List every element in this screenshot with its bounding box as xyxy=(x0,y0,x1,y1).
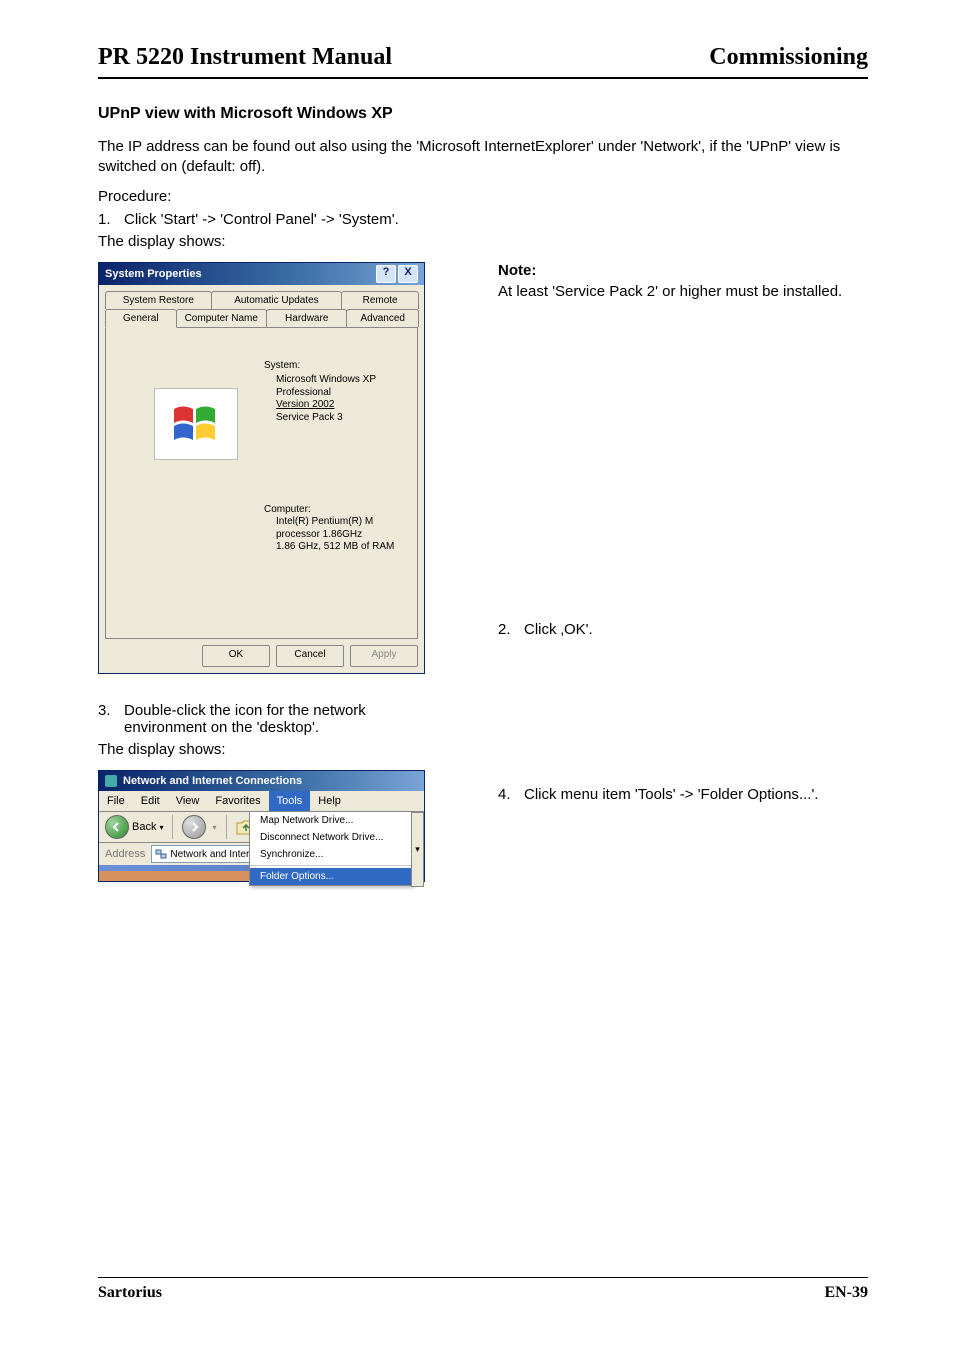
sp-system-line-1: Professional xyxy=(276,387,376,400)
step-1-num: 1. xyxy=(98,211,124,228)
sp-computer-label: Computer: xyxy=(264,504,394,517)
sp-general-panel: System: Microsoft Windows XP Professiona… xyxy=(105,327,418,639)
toolbar-separator xyxy=(172,815,173,839)
nic-menu-help[interactable]: Help xyxy=(310,791,349,811)
sp-help-button[interactable]: ? xyxy=(376,265,396,283)
sp-apply-button[interactable]: Apply xyxy=(350,645,418,667)
step-3: 3. Double-click the icon for the network… xyxy=(98,702,438,736)
network-connections-window: Network and Internet Connections File Ed… xyxy=(98,770,425,882)
step-4-num: 4. xyxy=(498,786,524,803)
step-2-text: Click ‚OK'. xyxy=(524,621,868,638)
arrow-left-icon xyxy=(105,815,129,839)
step-3-num: 3. xyxy=(98,702,124,736)
nic-dd-synchronize[interactable]: Synchronize... xyxy=(250,846,412,863)
chevron-down-icon: ▾ xyxy=(212,823,216,832)
sp-tab-remote[interactable]: Remote xyxy=(341,291,419,309)
sp-title-text: System Properties xyxy=(105,263,202,285)
sp-windows-logo xyxy=(154,388,238,460)
nic-forward-button[interactable] xyxy=(182,815,206,839)
step-4-text: Click menu item 'Tools' -> 'Folder Optio… xyxy=(524,786,868,803)
nic-title-text: Network and Internet Connections xyxy=(123,771,302,791)
intro-paragraph: The IP address can be found out also usi… xyxy=(98,137,868,178)
sp-titlebar: System Properties ? X xyxy=(99,263,424,285)
nic-titlebar: Network and Internet Connections xyxy=(99,771,424,791)
nic-menu-file[interactable]: File xyxy=(99,791,133,811)
page-footer: Sartorius EN-39 xyxy=(98,1277,868,1302)
sp-system-block: System: Microsoft Windows XP Professiona… xyxy=(264,360,376,425)
sp-system-label: System: xyxy=(264,360,376,373)
sp-button-row: OK Cancel Apply xyxy=(99,639,424,673)
footer-right: EN-39 xyxy=(824,1284,868,1302)
system-properties-window: System Properties ? X System Restore Aut… xyxy=(98,262,425,674)
nic-back-button[interactable]: Back ▾ xyxy=(105,815,163,839)
sp-ok-button[interactable]: OK xyxy=(202,645,270,667)
nic-menu-tools[interactable]: Tools xyxy=(269,791,311,811)
sp-computer-line-2: 1.86 GHz, 512 MB of RAM xyxy=(276,541,394,554)
sp-close-button[interactable]: X xyxy=(398,265,418,283)
nic-address-value: Network and Interne xyxy=(170,849,260,860)
subheading: UPnP view with Microsoft Windows XP xyxy=(98,105,868,123)
step-2: 2. Click ‚OK'. xyxy=(498,621,868,638)
sp-computer-line-0: Intel(R) Pentium(R) M xyxy=(276,516,394,529)
step-4: 4. Click menu item 'Tools' -> 'Folder Op… xyxy=(498,786,868,803)
network-title-icon xyxy=(105,775,117,787)
windows-logo-icon xyxy=(171,399,221,449)
sp-tab-automatic-updates[interactable]: Automatic Updates xyxy=(211,291,343,309)
sp-tab-system-restore[interactable]: System Restore xyxy=(105,291,212,309)
note-body: At least 'Service Pack 2' or higher must… xyxy=(498,283,868,300)
chevron-down-icon: ▾ xyxy=(159,823,163,832)
procedure-label: Procedure: xyxy=(98,188,868,205)
sp-tabs-back-row: System Restore Automatic Updates Remote xyxy=(105,291,418,309)
sp-tab-computer-name[interactable]: Computer Name xyxy=(176,309,267,327)
header-left: PR 5220 Instrument Manual xyxy=(98,44,392,71)
nic-tools-dropdown: Map Network Drive... Disconnect Network … xyxy=(249,811,413,886)
nic-menu-favorites[interactable]: Favorites xyxy=(207,791,268,811)
arrow-right-icon xyxy=(189,822,199,832)
sp-computer-block: Computer: Intel(R) Pentium(R) M processo… xyxy=(264,504,394,554)
nic-menubar: File Edit View Favorites Tools Help xyxy=(99,791,424,812)
sp-tabs-front-row: General Computer Name Hardware Advanced xyxy=(105,309,418,327)
sp-system-line-0: Microsoft Windows XP xyxy=(276,374,376,387)
nic-menu-view[interactable]: View xyxy=(168,791,208,811)
network-icon xyxy=(155,848,167,860)
footer-left: Sartorius xyxy=(98,1284,162,1302)
sp-cancel-button[interactable]: Cancel xyxy=(276,645,344,667)
step-2-num: 2. xyxy=(498,621,524,638)
nic-dd-separator xyxy=(250,865,412,866)
sp-tab-advanced[interactable]: Advanced xyxy=(346,309,419,327)
sp-computer-line-1: processor 1.86GHz xyxy=(276,529,394,542)
nic-dd-disconnect-drive[interactable]: Disconnect Network Drive... xyxy=(250,829,412,846)
nic-menu-edit[interactable]: Edit xyxy=(133,791,168,811)
step-3-text: Double-click the icon for the network en… xyxy=(124,702,438,736)
sp-system-line-3: Service Pack 3 xyxy=(276,412,376,425)
nic-toolbar: Back ▾ ▾ xyxy=(99,812,424,843)
nic-dd-map-drive[interactable]: Map Network Drive... xyxy=(250,812,412,829)
sp-tab-hardware[interactable]: Hardware xyxy=(266,309,347,327)
display-shows-2: The display shows: xyxy=(98,740,868,760)
nic-dd-chevron[interactable]: ▾ xyxy=(411,812,424,887)
note-title: Note: xyxy=(498,262,868,279)
nic-back-label: Back xyxy=(132,821,156,833)
page-header: PR 5220 Instrument Manual Commissioning xyxy=(98,44,868,79)
nic-address-label: Address xyxy=(105,848,145,860)
step-1-text: Click 'Start' -> 'Control Panel' -> 'Sys… xyxy=(124,211,868,228)
display-shows-1: The display shows: xyxy=(98,232,868,252)
sp-tab-general[interactable]: General xyxy=(105,309,177,328)
nic-dd-folder-options[interactable]: Folder Options... xyxy=(250,868,412,885)
toolbar-separator xyxy=(226,815,227,839)
header-right: Commissioning xyxy=(709,44,868,71)
step-1: 1. Click 'Start' -> 'Control Panel' -> '… xyxy=(98,211,868,228)
sp-version-link[interactable]: Version 2002 xyxy=(276,399,334,410)
